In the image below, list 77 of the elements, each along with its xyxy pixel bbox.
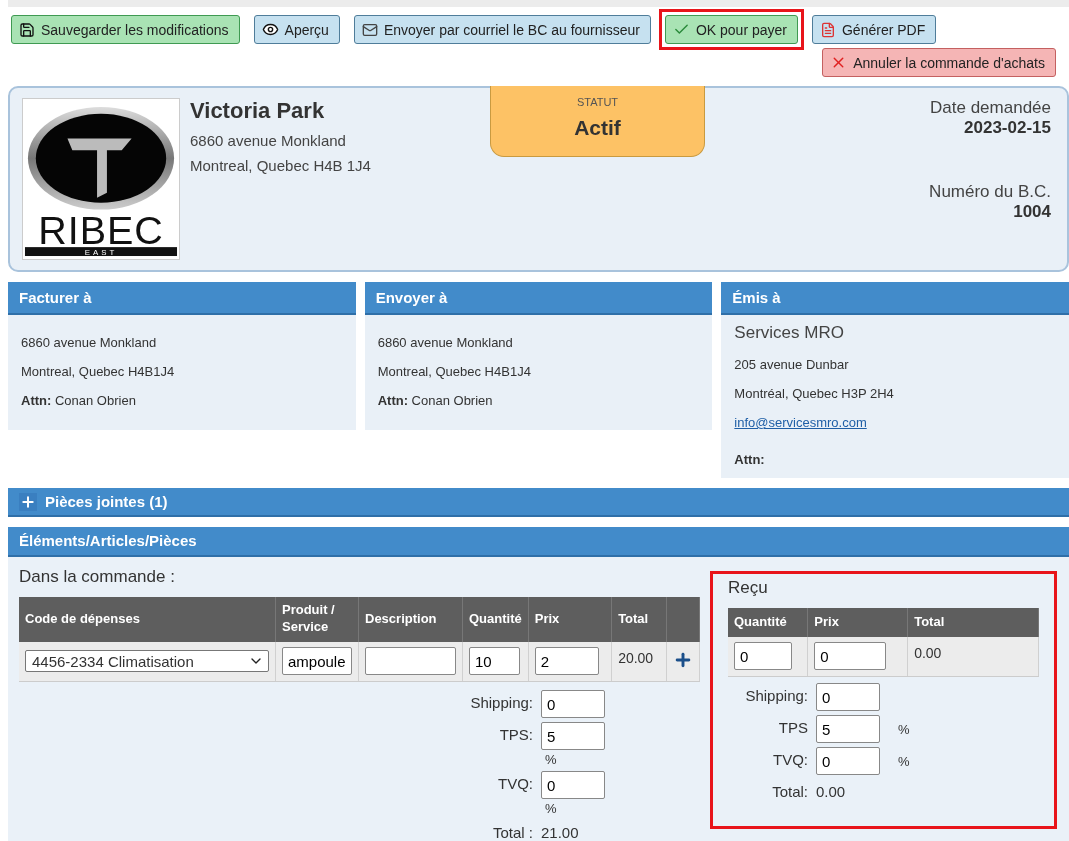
total-label: TVQ: (772, 750, 808, 769)
section-title: Pièces jointes (1) (45, 493, 168, 511)
attn-line: Attn: (734, 452, 766, 468)
po-number-value: 1004 (1013, 202, 1051, 223)
amount-field[interactable]: 5 (541, 722, 605, 751)
column-header: Quantité (728, 607, 808, 637)
price-field[interactable]: 2 (534, 647, 599, 676)
date-value: 2023-02-15 (964, 118, 1051, 139)
column-header: Total (907, 607, 1039, 637)
expense-code-select[interactable]: 4456-2334 Climatisation (25, 650, 269, 673)
address-line: 6860 avenue Monkland (190, 132, 347, 150)
save-icon (19, 21, 35, 38)
card-title: Facturer à (8, 282, 356, 316)
amount-field[interactable]: 0 (541, 690, 605, 719)
date-label: Date demandée (930, 98, 1051, 119)
column-header: Quantité (462, 596, 529, 642)
total-cell: 20.00 (611, 641, 667, 682)
address-line: 6860 avenue Monkland (377, 335, 514, 351)
order-heading: Dans la commande : (19, 566, 176, 587)
column-header: Total (611, 596, 667, 642)
percent-unit: % (897, 753, 910, 769)
price-field[interactable]: 0 (814, 642, 887, 671)
toolbar-button[interactable]: Envoyer par courriel le BC au fournisseur (353, 15, 651, 45)
total-label: TVQ: (497, 774, 533, 793)
address-line: 205 avenue Dunbar (734, 357, 850, 373)
attn-line: Attn: Conan Obrien (377, 393, 494, 409)
address-line: Montreal, Quebec H4B 1J4 (190, 157, 371, 175)
po-number-label: Numéro du B.C. (929, 182, 1051, 203)
toolbar-button[interactable]: Sauvegarder les modifications (11, 15, 240, 45)
quantity-field[interactable]: 10 (469, 647, 520, 676)
address-line: Montréal, Quebec H3P 2H4 (734, 386, 895, 402)
toolbar-button[interactable]: OK pour payer (664, 15, 798, 45)
address-line: Montreal, Quebec H4B1J4 (21, 364, 176, 380)
toolbar-button[interactable]: Annuler la commande d'achats (822, 48, 1056, 78)
company-name: Victoria Park (190, 98, 326, 125)
total-label: Shipping: (744, 686, 808, 705)
total-label: TPS (777, 718, 808, 737)
total-value: 0.00 (816, 782, 847, 801)
amount-field[interactable]: 0 (816, 683, 880, 712)
percent-unit: % (897, 721, 910, 737)
card-title: Envoyer à (364, 282, 713, 316)
amount-field[interactable]: 0 (541, 771, 605, 800)
toolbar-button[interactable]: Générer PDF (812, 15, 937, 45)
column-header: Code de dépenses (19, 596, 276, 642)
total-label: TPS: (498, 725, 533, 744)
received-heading: Reçu (728, 577, 769, 598)
amount-field[interactable]: 0 (816, 747, 880, 776)
total-label: Total: (771, 782, 808, 801)
toolbar-button[interactable]: Aperçu (253, 15, 340, 45)
attachments-bar[interactable]: Pièces jointes (1) (8, 487, 1069, 518)
column-header: Prix (807, 607, 908, 637)
address-line: 6860 avenue Monkland (21, 335, 158, 351)
total-cell: 0.00 (907, 636, 1039, 677)
status-label: STATUT (576, 96, 619, 109)
total-label: Shipping: (469, 693, 533, 712)
product-field[interactable]: ampoule (282, 647, 352, 676)
total-label: Total : (491, 823, 533, 841)
section-title: Éléments/Articles/Pièces (8, 527, 1069, 557)
email-link[interactable]: info@servicesmro.com (734, 415, 867, 431)
status-value: Actif (574, 116, 621, 141)
percent-unit: % (544, 752, 557, 768)
total-value: 21.00 (541, 823, 580, 841)
column-header: Description (358, 596, 463, 642)
pdf-icon (820, 21, 836, 38)
address-line: Montreal, Quebec H4B1J4 (377, 364, 532, 380)
column-header: Prix (528, 596, 612, 642)
company-logo: RIBEC EAST (22, 98, 180, 261)
percent-unit: % (544, 801, 557, 817)
supplier-name: Services MRO (734, 323, 845, 344)
card-title: Émis à (721, 282, 1069, 316)
amount-field[interactable]: 5 (816, 715, 880, 744)
attn-line: Attn: Conan Obrien (21, 393, 137, 409)
column-header: Produit / Service (275, 596, 359, 642)
envelope-icon (361, 21, 378, 38)
quantity-field[interactable]: 0 (734, 642, 792, 671)
description-field[interactable] (365, 647, 456, 676)
expand-button[interactable] (19, 492, 37, 511)
